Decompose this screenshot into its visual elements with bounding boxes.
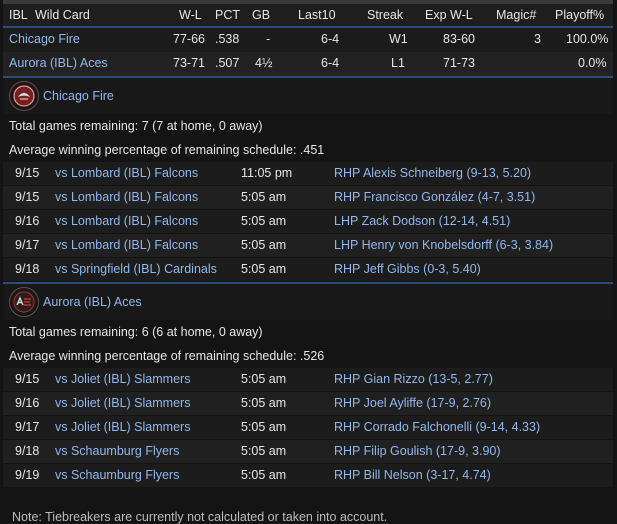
games-remaining: Total games remaining: 6 (6 at home, 0 a… — [3, 320, 613, 344]
schedule-row: 9/17 vs Lombard (IBL) Falcons 5:05 am LH… — [3, 234, 613, 258]
header-last10[interactable]: Last10 — [298, 8, 336, 22]
game-date: 9/16 — [15, 214, 40, 228]
game-time: 5:05 am — [241, 468, 287, 482]
header-league: IBL — [9, 8, 28, 22]
schedule-row: 9/15 vs Lombard (IBL) Falcons 5:05 am RH… — [3, 186, 613, 210]
pct-value: .538 — [215, 32, 240, 46]
pitcher-link[interactable]: RHP Alexis Schneiberg (9-13, 5.20) — [334, 166, 531, 180]
exp-value: 83-60 — [443, 32, 475, 46]
streak-value: L1 — [391, 56, 405, 70]
last10-value: 6-4 — [321, 32, 340, 46]
game-time: 5:05 am — [241, 190, 287, 204]
game-time: 5:05 am — [241, 214, 287, 228]
gb-value: 4½ — [255, 56, 273, 70]
pitcher-link[interactable]: LHP Zack Dodson (12-14, 4.51) — [334, 214, 510, 228]
aces-emblem-icon — [13, 291, 35, 313]
header-gb[interactable]: GB — [252, 8, 270, 22]
pitcher-link[interactable]: RHP Bill Nelson (3-17, 4.74) — [334, 468, 491, 482]
team-name-link[interactable]: Chicago Fire — [43, 89, 114, 103]
wl-value: 77-66 — [173, 32, 205, 46]
team-name-link[interactable]: Aurora (IBL) Aces — [43, 295, 142, 309]
pitcher-link[interactable]: RHP Filip Goulish (17-9, 3.90) — [334, 444, 501, 458]
schedule-row: 9/15 vs Joliet (IBL) Slammers 5:05 am RH… — [3, 368, 613, 392]
pitcher-link[interactable]: LHP Henry von Knobelsdorff (6-3, 3.84) — [334, 238, 553, 252]
playoff-value: 100.0% — [566, 32, 609, 46]
header-pct[interactable]: PCT — [215, 8, 240, 22]
opponent-link[interactable]: vs Joliet (IBL) Slammers — [55, 372, 190, 386]
header-wl[interactable]: W-L — [179, 8, 202, 22]
header-playoff[interactable]: Playoff% — [555, 8, 604, 22]
last10-value: 6-4 — [321, 56, 340, 70]
opponent-link[interactable]: vs Springfield (IBL) Cardinals — [55, 262, 217, 276]
games-remaining: Total games remaining: 7 (7 at home, 0 a… — [3, 114, 613, 138]
game-date: 9/17 — [15, 238, 40, 252]
opponent-link[interactable]: vs Joliet (IBL) Slammers — [55, 420, 190, 434]
game-time: 5:05 am — [241, 238, 287, 252]
game-date: 9/15 — [15, 190, 40, 204]
fire-emblem-icon — [13, 85, 35, 107]
game-time: 5:05 am — [241, 444, 287, 458]
schedule-row: 9/18 vs Springfield (IBL) Cardinals 5:05… — [3, 258, 613, 282]
schedule-row: 9/15 vs Lombard (IBL) Falcons 11:05 pm R… — [3, 162, 613, 186]
standings-row: Chicago Fire 77-66 .538 - 6-4 W1 83-60 3… — [3, 28, 613, 52]
game-time: 5:05 am — [241, 396, 287, 410]
schedule-row: 9/17 vs Joliet (IBL) Slammers 5:05 am RH… — [3, 416, 613, 440]
opponent-link[interactable]: vs Lombard (IBL) Falcons — [55, 166, 198, 180]
pct-value: .507 — [215, 56, 240, 70]
team-link[interactable]: Chicago Fire — [9, 32, 80, 46]
game-date: 9/18 — [15, 262, 40, 276]
wl-value: 73-71 — [173, 56, 205, 70]
pitcher-link[interactable]: RHP Corrado Falchonelli (9-14, 4.33) — [334, 420, 540, 434]
pitcher-link[interactable]: RHP Jeff Gibbs (0-3, 5.40) — [334, 262, 481, 276]
header-streak[interactable]: Streak — [367, 8, 403, 22]
game-time: 5:05 am — [241, 372, 287, 386]
opponent-link[interactable]: vs Joliet (IBL) Slammers — [55, 396, 190, 410]
team-section-header: Aurora (IBL) Aces — [3, 282, 613, 320]
header-exp[interactable]: Exp W-L — [425, 8, 473, 22]
avg-win-pct: Average winning percentage of remaining … — [3, 138, 613, 162]
gb-value: - — [266, 32, 271, 46]
game-date: 9/15 — [15, 166, 40, 180]
playoff-value: 0.0% — [578, 56, 607, 70]
game-time: 11:05 pm — [241, 166, 293, 180]
team-section-header: Chicago Fire — [3, 76, 613, 114]
aurora-aces-logo-icon[interactable] — [9, 287, 39, 317]
avg-win-pct: Average winning percentage of remaining … — [3, 344, 613, 368]
opponent-link[interactable]: vs Lombard (IBL) Falcons — [55, 238, 198, 252]
standings-header: IBL Wild Card W-L PCT GB Last10 Streak E… — [3, 4, 613, 28]
pitcher-link[interactable]: RHP Francisco González (4-7, 3.51) — [334, 190, 535, 204]
opponent-link[interactable]: vs Lombard (IBL) Falcons — [55, 190, 198, 204]
opponent-link[interactable]: vs Lombard (IBL) Falcons — [55, 214, 198, 228]
standings-row: Aurora (IBL) Aces 73-71 .507 4½ 6-4 L1 7… — [3, 52, 613, 76]
game-date: 9/17 — [15, 420, 40, 434]
game-date: 9/19 — [15, 468, 40, 482]
game-time: 5:05 am — [241, 262, 287, 276]
schedule-row: 9/19 vs Schaumburg Flyers 5:05 am RHP Bi… — [3, 464, 613, 488]
schedule-row: 9/16 vs Lombard (IBL) Falcons 5:05 am LH… — [3, 210, 613, 234]
tiebreaker-note: Note: Tiebreakers are currently not calc… — [12, 510, 388, 524]
game-date: 9/15 — [15, 372, 40, 386]
pitcher-link[interactable]: RHP Joel Ayliffe (17-9, 2.76) — [334, 396, 491, 410]
schedule-row: 9/16 vs Joliet (IBL) Slammers 5:05 am RH… — [3, 392, 613, 416]
header-magic[interactable]: Magic# — [496, 8, 536, 22]
streak-value: W1 — [389, 32, 408, 46]
opponent-link[interactable]: vs Schaumburg Flyers — [55, 468, 179, 482]
game-time: 5:05 am — [241, 420, 287, 434]
game-date: 9/18 — [15, 444, 40, 458]
opponent-link[interactable]: vs Schaumburg Flyers — [55, 444, 179, 458]
game-date: 9/16 — [15, 396, 40, 410]
pitcher-link[interactable]: RHP Gian Rizzo (13-5, 2.77) — [334, 372, 493, 386]
magic-value: 3 — [534, 32, 541, 46]
team-link[interactable]: Aurora (IBL) Aces — [9, 56, 108, 70]
schedule-row: 9/18 vs Schaumburg Flyers 5:05 am RHP Fi… — [3, 440, 613, 464]
header-group: Wild Card — [35, 8, 90, 22]
chicago-fire-logo-icon[interactable] — [9, 81, 39, 111]
wildcard-panel: IBL Wild Card W-L PCT GB Last10 Streak E… — [3, 0, 613, 488]
exp-value: 71-73 — [443, 56, 475, 70]
